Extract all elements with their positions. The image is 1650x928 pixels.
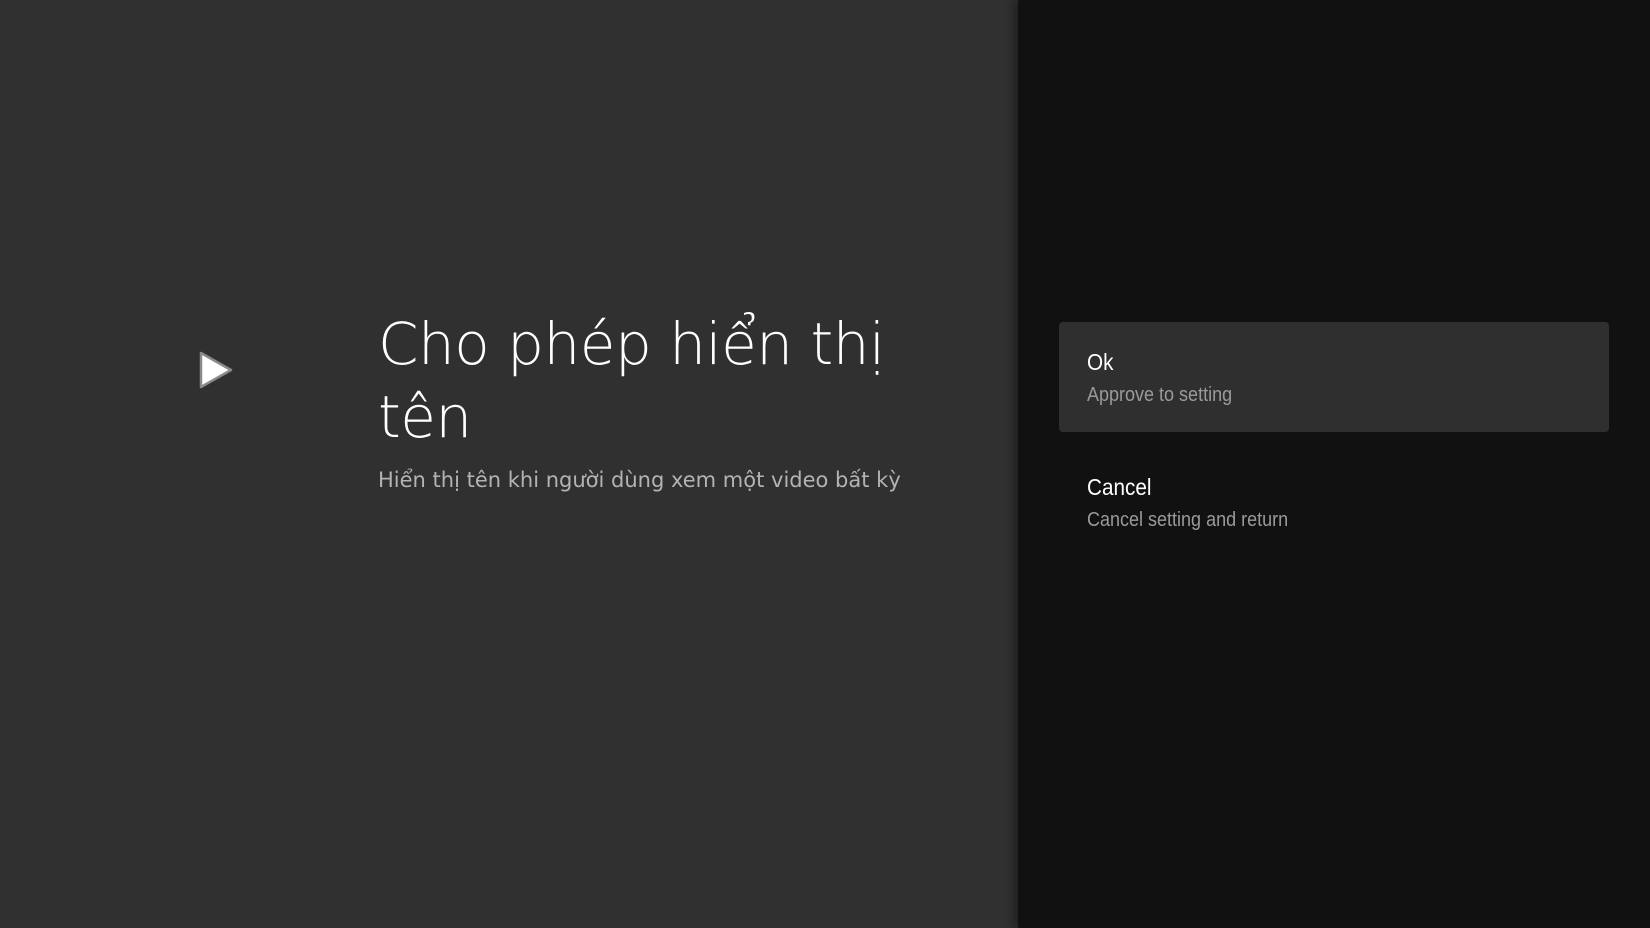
- ok-action-description: Approve to setting: [1087, 384, 1233, 406]
- guided-step-screen: Cho phép hiển thị tên Hiển thị tên khi n…: [0, 0, 1650, 928]
- cancel-action-button[interactable]: Cancel Cancel setting and return: [1059, 447, 1609, 557]
- cancel-action-description: Cancel setting and return: [1087, 509, 1289, 531]
- play-arrow-icon: [198, 350, 234, 390]
- ok-action-button[interactable]: Ok Approve to setting: [1059, 322, 1609, 432]
- guidance-title: Cho phép hiển thị tên: [378, 310, 885, 451]
- guidance-text: Cho phép hiển thị tên Hiển thị tên khi n…: [378, 308, 938, 494]
- ok-action-title: Ok: [1087, 349, 1114, 375]
- cancel-action-title: Cancel: [1087, 474, 1152, 500]
- guidance-description: Hiển thị tên khi người dùng xem một vide…: [378, 468, 901, 492]
- guidance-panel: Cho phép hiển thị tên Hiển thị tên khi n…: [0, 0, 1018, 928]
- actions-panel: Ok Approve to setting Cancel Cancel sett…: [1018, 0, 1650, 928]
